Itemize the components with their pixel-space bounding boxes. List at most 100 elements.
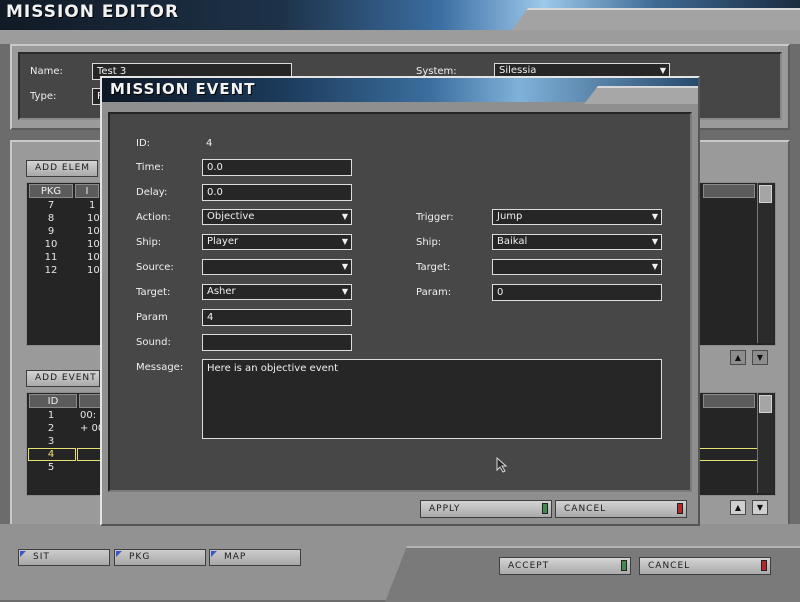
type-label: Type:	[30, 91, 57, 102]
add-event-button[interactable]: ADD EVENT	[26, 370, 100, 387]
status-light-icon	[677, 503, 683, 514]
action-dropdown[interactable]: Objective ▼	[202, 209, 352, 225]
id-cell: 1	[89, 200, 96, 211]
chevron-down-icon: ▼	[651, 237, 658, 246]
accept-label: ACCEPT	[508, 561, 550, 571]
status-light-icon	[761, 560, 767, 571]
arrow-down-icon: ▼	[756, 503, 764, 512]
trigger-label: Trigger:	[416, 212, 454, 223]
chevron-down-icon: ▼	[341, 262, 348, 271]
action-value: Objective	[207, 211, 255, 222]
mission-event-dialog: MISSION EVENT ID: 4 Time: 0.0 Delay: 0.0…	[100, 76, 700, 526]
dialog-body: ID: 4 Time: 0.0 Delay: 0.0 Action: Objec…	[108, 112, 692, 492]
event-move-down-button[interactable]: ▼	[752, 500, 768, 515]
param-label: Param	[136, 312, 168, 323]
id-cell: 10	[87, 252, 100, 263]
source-dropdown[interactable]: ▼	[202, 259, 352, 275]
id-value: 4	[206, 138, 213, 149]
event-id-cell: 3	[47, 436, 55, 447]
arrow-down-icon: ▼	[756, 353, 764, 362]
events-scrollbar[interactable]	[757, 393, 774, 493]
trigger-dropdown[interactable]: Jump ▼	[492, 209, 662, 225]
pkg-cell: 11	[44, 252, 58, 263]
time-label: Time:	[136, 162, 164, 173]
status-light-icon	[542, 503, 548, 514]
elements-scrollbar[interactable]	[757, 183, 774, 343]
scroll-thumb[interactable]	[759, 185, 772, 203]
sound-label: Sound:	[136, 337, 171, 348]
name-label: Name:	[30, 66, 63, 77]
accept-button[interactable]: ACCEPT	[499, 557, 631, 575]
apply-button[interactable]: APPLY	[420, 500, 552, 518]
chevron-down-icon: ▼	[651, 212, 658, 221]
trigger-target-label: Target:	[416, 262, 451, 273]
action-label: Action:	[136, 212, 171, 223]
arrow-up-icon: ▲	[734, 353, 742, 362]
event-time-cell: 00:	[80, 410, 97, 421]
tab-corner-icon	[211, 551, 217, 557]
delay-field[interactable]: 0.0	[202, 184, 352, 201]
event-id-cell: 2	[47, 423, 55, 434]
tab-map[interactable]: MAP	[209, 549, 301, 566]
tab-pkg[interactable]: PKG	[114, 549, 206, 566]
param-field[interactable]: 4	[202, 309, 352, 326]
dialog-cancel-button[interactable]: CANCEL	[555, 500, 687, 518]
trigger-param-label: Param:	[416, 287, 452, 298]
chevron-down-icon: ▼	[651, 262, 658, 271]
scroll-thumb[interactable]	[759, 395, 772, 413]
add-element-label: ADD ELEM	[35, 163, 91, 173]
event-id-cell: 5	[47, 462, 55, 473]
tab-label: MAP	[224, 552, 247, 562]
move-down-button[interactable]: ▼	[752, 350, 768, 365]
events-col-extra[interactable]	[703, 394, 755, 408]
trigger-ship-label: Ship:	[416, 237, 442, 248]
trigger-ship-value: Baikal	[497, 236, 528, 247]
pkg-cell: 12	[44, 265, 58, 276]
id-label: ID:	[136, 138, 151, 149]
move-up-button[interactable]: ▲	[730, 350, 746, 365]
tab-label: SIT	[33, 552, 50, 562]
tab-sit[interactable]: SIT	[18, 549, 110, 566]
id-cell: 10	[87, 265, 100, 276]
delay-label: Delay:	[136, 187, 168, 198]
pkg-cell: 10	[44, 239, 58, 250]
sound-field[interactable]	[202, 334, 352, 351]
trigger-target-dropdown[interactable]: ▼	[492, 259, 662, 275]
elements-col-id[interactable]: I	[75, 184, 99, 198]
apply-label: APPLY	[429, 504, 461, 514]
top-band	[0, 30, 800, 44]
id-cell: 10	[87, 213, 100, 224]
ship-dropdown[interactable]: Player ▼	[202, 234, 352, 250]
dialog-title-plate	[584, 86, 698, 104]
arrow-up-icon: ▲	[734, 503, 742, 512]
cancel-button[interactable]: CANCEL	[639, 557, 771, 575]
events-col-id[interactable]: ID	[29, 394, 77, 408]
trigger-ship-dropdown[interactable]: Baikal ▼	[492, 234, 662, 250]
pkg-cell: 9	[47, 226, 55, 237]
target-dropdown[interactable]: Asher ▼	[202, 284, 352, 300]
message-textarea[interactable]: Here is an objective event	[202, 359, 662, 439]
add-element-button[interactable]: ADD ELEM	[26, 160, 98, 177]
id-cell: 10	[87, 239, 100, 250]
tab-corner-icon	[20, 551, 26, 557]
dialog-title: MISSION EVENT	[110, 80, 256, 98]
time-field[interactable]: 0.0	[202, 159, 352, 176]
pkg-cell: 7	[47, 200, 55, 211]
event-id-cell: 1	[47, 410, 55, 421]
chevron-down-icon: ▼	[341, 212, 348, 221]
ship-value: Player	[207, 236, 239, 247]
message-label: Message:	[136, 362, 184, 373]
status-light-icon	[621, 560, 627, 571]
event-id-cell: 4	[47, 449, 55, 460]
chevron-down-icon: ▼	[341, 237, 348, 246]
chevron-down-icon: ▼	[341, 287, 348, 296]
elements-col-pkg[interactable]: PKG	[29, 184, 73, 198]
ship-label: Ship:	[136, 237, 162, 248]
trigger-value: Jump	[497, 211, 523, 222]
tab-label: PKG	[129, 552, 151, 562]
title-bar-plate	[510, 8, 800, 32]
elements-col-extra[interactable]	[703, 184, 755, 198]
cancel-label: CANCEL	[648, 561, 691, 571]
event-move-up-button[interactable]: ▲	[730, 500, 746, 515]
trigger-param-field[interactable]: 0	[492, 284, 662, 301]
